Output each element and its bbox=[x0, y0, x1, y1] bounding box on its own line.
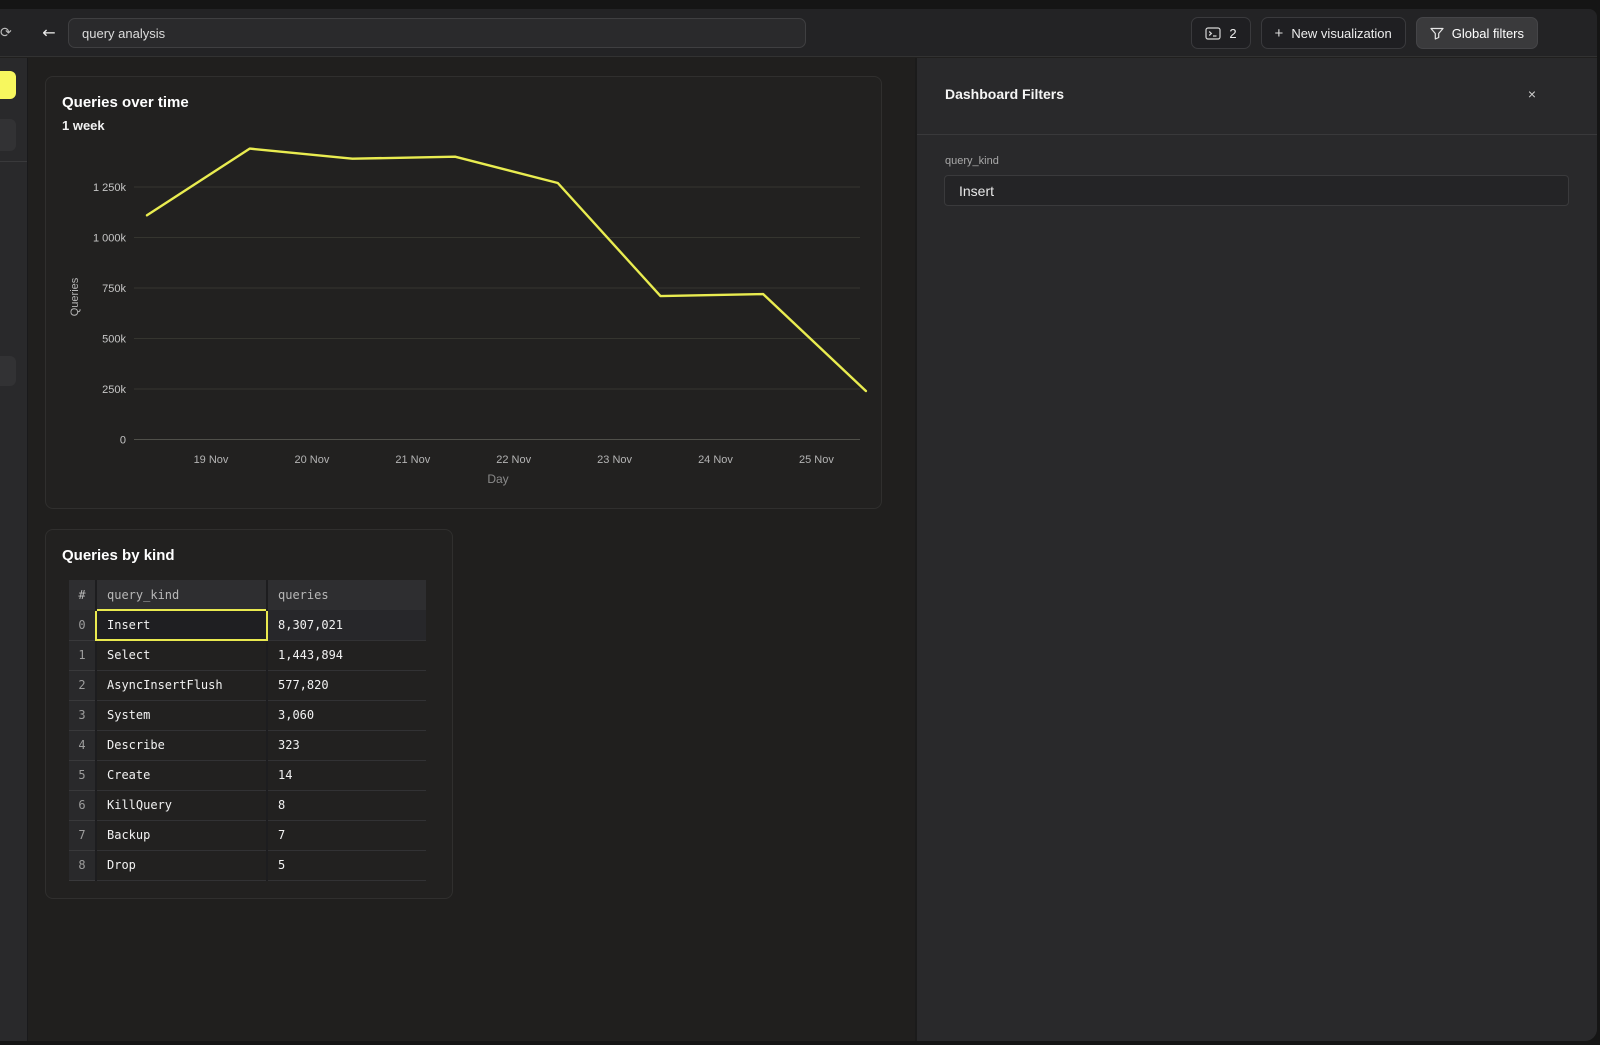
row-index-cell: 4 bbox=[69, 730, 96, 760]
table-column-header: # bbox=[69, 580, 96, 610]
table-row: 7Backup7 bbox=[69, 820, 426, 850]
row-index-cell: 5 bbox=[69, 760, 96, 790]
queries-count-cell[interactable]: 8 bbox=[267, 790, 426, 820]
query-count-label: 2 bbox=[1229, 26, 1236, 41]
queries-series-line[interactable] bbox=[147, 149, 866, 391]
row-index-cell: 8 bbox=[69, 850, 96, 880]
x-axis-tick-label: 24 Nov bbox=[698, 454, 733, 466]
queries-count-cell[interactable]: 7 bbox=[267, 820, 426, 850]
y-axis-title: Queries bbox=[69, 277, 81, 316]
table-column-header: queries bbox=[267, 580, 426, 610]
queries-count-cell[interactable]: 5 bbox=[267, 850, 426, 880]
global-filters-button[interactable]: Global filters bbox=[1416, 17, 1538, 49]
top-bar: ⟳ ← 2 + New visualization bbox=[0, 9, 1597, 57]
query-kind-cell[interactable]: Create bbox=[96, 760, 267, 790]
rail-divider bbox=[0, 161, 27, 162]
x-axis-tick-label: 20 Nov bbox=[294, 454, 329, 466]
chart-subtitle: 1 week bbox=[62, 118, 105, 133]
table-row: 1Select1,443,894 bbox=[69, 640, 426, 670]
dashboard-canvas: Queries over time 1 week 0 250k 500k 750k 1 … bbox=[28, 58, 915, 1041]
x-axis-tick-label: 22 Nov bbox=[496, 454, 531, 466]
filters-panel-title: Dashboard Filters bbox=[945, 86, 1064, 102]
queries-by-kind-card: Queries by kind #query_kindqueries 0Inse… bbox=[45, 529, 453, 899]
dashboard-filters-panel: Dashboard Filters × query_kind bbox=[915, 58, 1597, 1041]
x-axis-tick-label: 23 Nov bbox=[597, 454, 632, 466]
query-kind-filter-label: query_kind bbox=[945, 155, 999, 167]
panel-divider bbox=[917, 134, 1597, 135]
table-row: 6KillQuery8 bbox=[69, 790, 426, 820]
rail-item-2[interactable] bbox=[0, 119, 16, 151]
query-kind-filter-input[interactable] bbox=[944, 175, 1569, 206]
y-axis-tick-label: 0 bbox=[120, 435, 126, 447]
rail-item-3[interactable] bbox=[0, 356, 16, 386]
queries-count-cell[interactable]: 14 bbox=[267, 760, 426, 790]
x-axis-tick-label: 21 Nov bbox=[395, 454, 430, 466]
x-axis-title: Day bbox=[487, 472, 508, 486]
topbar-actions: 2 + New visualization Global filters bbox=[1191, 17, 1538, 49]
left-icon-rail bbox=[0, 58, 28, 1041]
query-kind-cell[interactable]: Insert bbox=[96, 610, 267, 640]
reload-icon[interactable]: ⟳ bbox=[0, 23, 20, 43]
table-header-row: #query_kindqueries bbox=[69, 580, 426, 610]
y-axis-tick-label: 1 000k bbox=[93, 233, 127, 245]
y-axis-tick-label: 500k bbox=[102, 334, 126, 346]
app-window: ⟳ ← 2 + New visualization bbox=[0, 9, 1597, 1041]
query-kind-cell[interactable]: Backup bbox=[96, 820, 267, 850]
table-row: 4Describe323 bbox=[69, 730, 426, 760]
x-axis-tick-label: 25 Nov bbox=[799, 454, 834, 466]
queries-over-time-card: Queries over time 1 week 0 250k 500k 750k 1 … bbox=[45, 76, 882, 509]
y-axis-tick-label: 250k bbox=[102, 384, 126, 396]
query-kind-cell[interactable]: KillQuery bbox=[96, 790, 267, 820]
table-row: 0Insert8,307,021 bbox=[69, 610, 426, 640]
queries-count-cell[interactable]: 577,820 bbox=[267, 670, 426, 700]
rail-item-active[interactable] bbox=[0, 71, 16, 99]
row-index-cell: 3 bbox=[69, 700, 96, 730]
queries-by-kind-table: #query_kindqueries 0Insert8,307,0211Sele… bbox=[69, 580, 426, 881]
y-axis-tick-label: 1 250k bbox=[93, 182, 127, 194]
terminal-icon bbox=[1205, 27, 1221, 40]
new-visualization-button[interactable]: + New visualization bbox=[1261, 17, 1406, 49]
query-kind-cell[interactable]: Describe bbox=[96, 730, 267, 760]
row-index-cell: 0 bbox=[69, 610, 96, 640]
y-axis-tick-label: 750k bbox=[102, 283, 126, 295]
query-kind-cell[interactable]: AsyncInsertFlush bbox=[96, 670, 267, 700]
queries-count-cell[interactable]: 3,060 bbox=[267, 700, 426, 730]
row-index-cell: 1 bbox=[69, 640, 96, 670]
table-row: 5Create14 bbox=[69, 760, 426, 790]
close-icon[interactable]: × bbox=[1522, 84, 1542, 104]
table-row: 3System3,060 bbox=[69, 700, 426, 730]
funnel-icon bbox=[1430, 27, 1444, 40]
x-axis-tick-label: 19 Nov bbox=[194, 454, 229, 466]
dashboard-title-input[interactable] bbox=[68, 18, 806, 48]
row-index-cell: 6 bbox=[69, 790, 96, 820]
table-row: 2AsyncInsertFlush577,820 bbox=[69, 670, 426, 700]
row-index-cell: 2 bbox=[69, 670, 96, 700]
queries-count-cell[interactable]: 1,443,894 bbox=[267, 640, 426, 670]
new-visualization-label: New visualization bbox=[1291, 26, 1391, 41]
queries-count-cell[interactable]: 8,307,021 bbox=[267, 610, 426, 640]
queries-count-cell[interactable]: 323 bbox=[267, 730, 426, 760]
table-column-header: query_kind bbox=[96, 580, 267, 610]
query-kind-cell[interactable]: Drop bbox=[96, 850, 267, 880]
query-kind-cell[interactable]: System bbox=[96, 700, 267, 730]
global-filters-label: Global filters bbox=[1452, 26, 1524, 41]
table-title: Queries by kind bbox=[62, 547, 175, 564]
row-index-cell: 7 bbox=[69, 820, 96, 850]
query-count-button[interactable]: 2 bbox=[1191, 17, 1250, 49]
queries-line-chart[interactable]: 0 250k 500k 750k 1 000k 1 250k 19 Nov 20 Nov 21 … bbox=[46, 137, 883, 493]
plus-icon: + bbox=[1275, 26, 1284, 41]
query-kind-cell[interactable]: Select bbox=[96, 640, 267, 670]
table-row: 8Drop5 bbox=[69, 850, 426, 880]
back-button[interactable]: ← bbox=[38, 22, 60, 44]
chart-title: Queries over time bbox=[62, 94, 189, 111]
